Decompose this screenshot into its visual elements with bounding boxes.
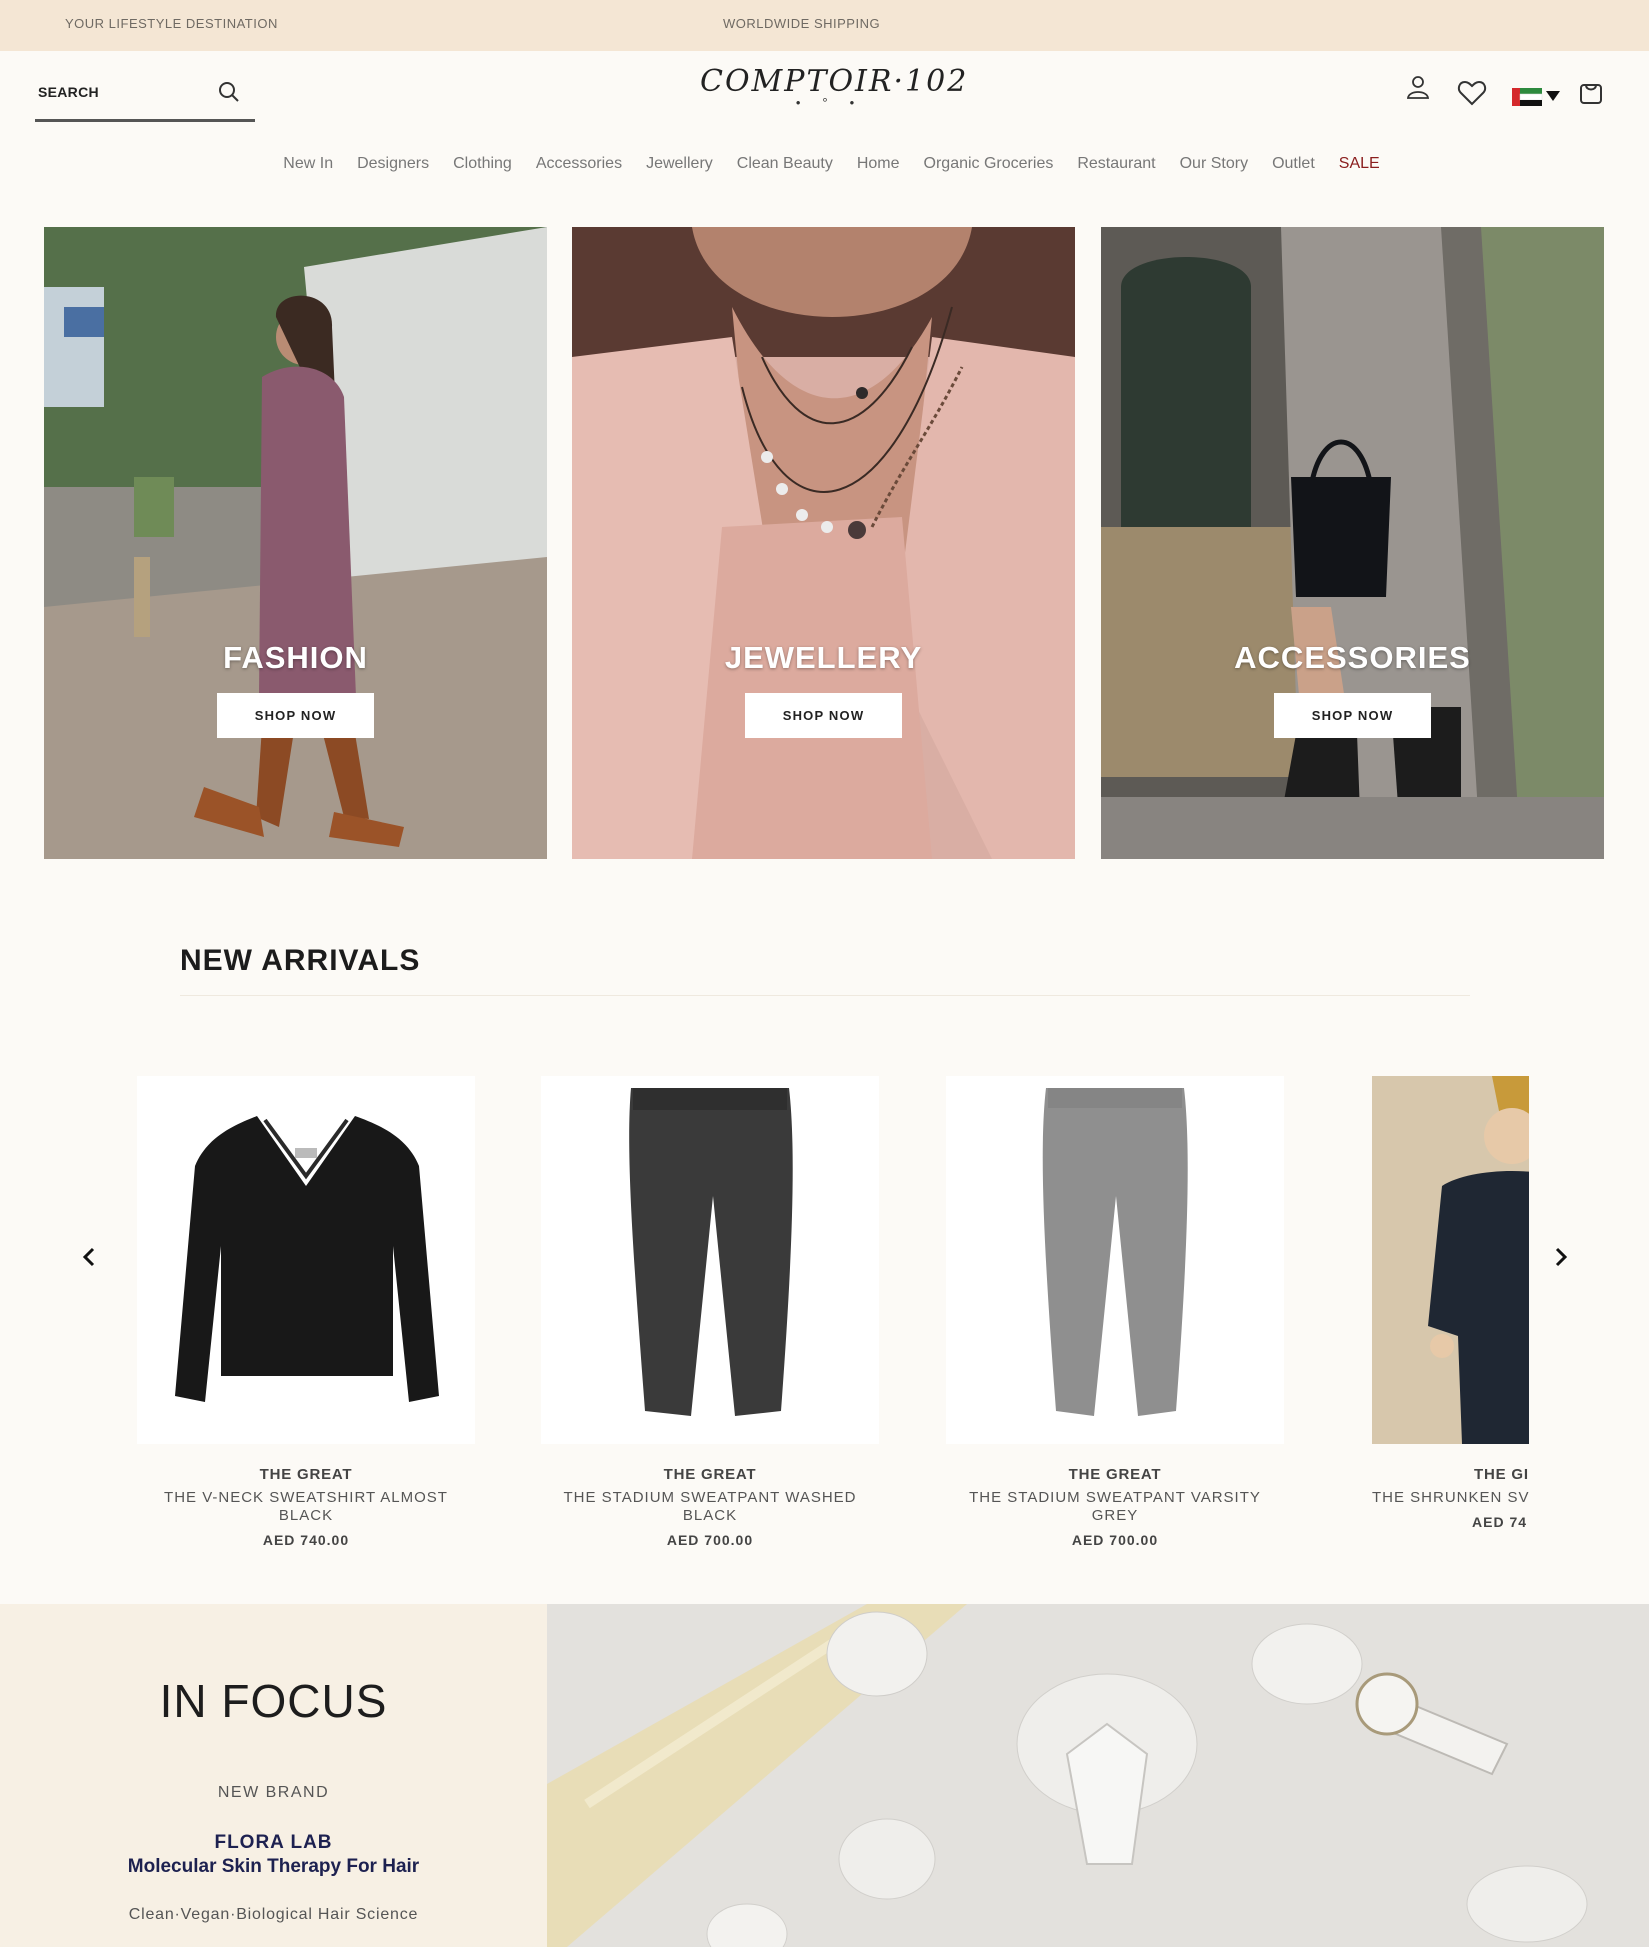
product-card[interactable]: THE GI THE SHRUNKEN SV NAV AED 74 — [1372, 1076, 1529, 1530]
in-focus-tagline: Clean·Vegan·Biological Hair Science — [128, 1906, 419, 1923]
carousel-next-button[interactable] — [1541, 1237, 1581, 1277]
in-focus-title: IN FOCUS — [159, 1675, 388, 1727]
banner-jewellery-title: JEWELLERY — [724, 640, 923, 675]
announcement-bar: YOUR LIFESTYLE DESTINATION WORLDWIDE SHI… — [0, 0, 1649, 51]
nav-item-designers[interactable]: Designers — [357, 155, 429, 185]
product-name[interactable]: THE STADIUM SWEATPANT WASHED BLACK — [541, 1489, 879, 1525]
banner-accessories-title: ACCESSORIES — [1234, 640, 1471, 675]
nav-item-new-in[interactable]: New In — [283, 155, 333, 185]
nav-item-our-story[interactable]: Our Story — [1180, 155, 1248, 185]
product-image[interactable] — [1372, 1076, 1529, 1444]
product-price: AED 700.00 — [1071, 1532, 1159, 1548]
chevron-left-icon — [82, 1247, 95, 1267]
banner-accessories-image — [1101, 227, 1604, 859]
nav-item-restaurant[interactable]: Restaurant — [1077, 155, 1155, 185]
product-brand: THE GREAT — [259, 1466, 353, 1483]
new-arrivals-divider — [180, 995, 1470, 996]
product-image[interactable] — [541, 1076, 879, 1444]
banner-jewellery-image — [572, 227, 1075, 859]
banner-accessories-shop-button[interactable]: SHOP NOW — [1274, 693, 1431, 738]
banner-fashion[interactable]: FASHION SHOP NOW — [44, 227, 547, 859]
product-brand: THE GREAT — [663, 1466, 757, 1483]
nav-item-home[interactable]: Home — [857, 155, 900, 185]
nav-item-outlet[interactable]: Outlet — [1272, 155, 1315, 185]
in-focus-label: NEW BRAND — [217, 1784, 330, 1801]
in-focus-image[interactable] — [547, 1604, 1649, 1947]
product-name[interactable]: THE STADIUM SWEATPANT VARSITY GREY — [946, 1489, 1284, 1525]
logo-text: COMPTOIR·102 — [700, 64, 969, 99]
chevron-right-icon — [1555, 1247, 1568, 1267]
banner-fashion-shop-button[interactable]: SHOP NOW — [217, 693, 374, 738]
wishlist-icon[interactable] — [1457, 80, 1487, 111]
banner-fashion-title: FASHION — [223, 640, 368, 675]
carousel-prev-button[interactable] — [69, 1237, 109, 1277]
product-price: AED 740.00 — [262, 1532, 350, 1548]
in-focus-panel: IN FOCUS NEW BRAND FLORA LAB Molecular S… — [0, 1604, 547, 1947]
main-nav: New In Designers Clothing Accessories Je… — [0, 155, 1649, 185]
product-card-partial[interactable]: THE GI THE SHRUNKEN SV NAV AED 74 — [1372, 1076, 1529, 1556]
account-icon[interactable] — [1405, 74, 1431, 105]
search-icon[interactable] — [217, 80, 241, 109]
uae-flag-icon[interactable] — [1512, 86, 1562, 113]
product-card[interactable]: THE GREAT THE STADIUM SWEATPANT WASHED B… — [541, 1076, 879, 1548]
nav-item-jewellery[interactable]: Jewellery — [646, 155, 713, 185]
announcement-left: YOUR LIFESTYLE DESTINATION — [65, 16, 278, 31]
search-input[interactable]: SEARCH — [35, 70, 255, 122]
announcement-center: WORLDWIDE SHIPPING — [723, 16, 881, 31]
product-image[interactable] — [946, 1076, 1284, 1444]
nav-item-clean-beauty[interactable]: Clean Beauty — [737, 155, 833, 185]
product-image[interactable] — [137, 1076, 475, 1444]
product-price: AED 700.00 — [666, 1532, 754, 1548]
banner-jewellery-shop-button[interactable]: SHOP NOW — [745, 693, 902, 738]
product-card[interactable]: THE GREAT THE V-NECK SWEATSHIRT ALMOST B… — [137, 1076, 475, 1548]
product-brand: THE GI — [1474, 1466, 1529, 1483]
banner-fashion-image — [44, 227, 547, 859]
product-brand: THE GREAT — [1068, 1466, 1162, 1483]
search-label: SEARCH — [38, 84, 99, 100]
product-card[interactable]: THE GREAT THE STADIUM SWEATPANT VARSITY … — [946, 1076, 1284, 1548]
cart-icon[interactable] — [1578, 80, 1604, 111]
nav-item-organic-groceries[interactable]: Organic Groceries — [924, 155, 1054, 185]
new-arrivals-title: NEW ARRIVALS — [180, 944, 421, 977]
nav-item-sale[interactable]: SALE — [1339, 155, 1380, 185]
nav-item-accessories[interactable]: Accessories — [536, 155, 622, 185]
product-name[interactable]: THE V-NECK SWEATSHIRT ALMOST BLACK — [137, 1489, 475, 1525]
nav-item-clothing[interactable]: Clothing — [453, 155, 512, 185]
logo[interactable]: COMPTOIR·102 •°• — [700, 64, 969, 126]
banner-jewellery[interactable]: JEWELLERY SHOP NOW — [572, 227, 1075, 859]
banner-accessories[interactable]: ACCESSORIES SHOP NOW — [1101, 227, 1604, 859]
in-focus-brand[interactable]: FLORA LAB — [0, 1832, 547, 1854]
product-name[interactable]: THE SHRUNKEN SV NAV — [1372, 1489, 1529, 1507]
in-focus-subtitle: Molecular Skin Therapy For Hair — [127, 1856, 420, 1877]
product-price: AED 74 — [1472, 1514, 1528, 1530]
